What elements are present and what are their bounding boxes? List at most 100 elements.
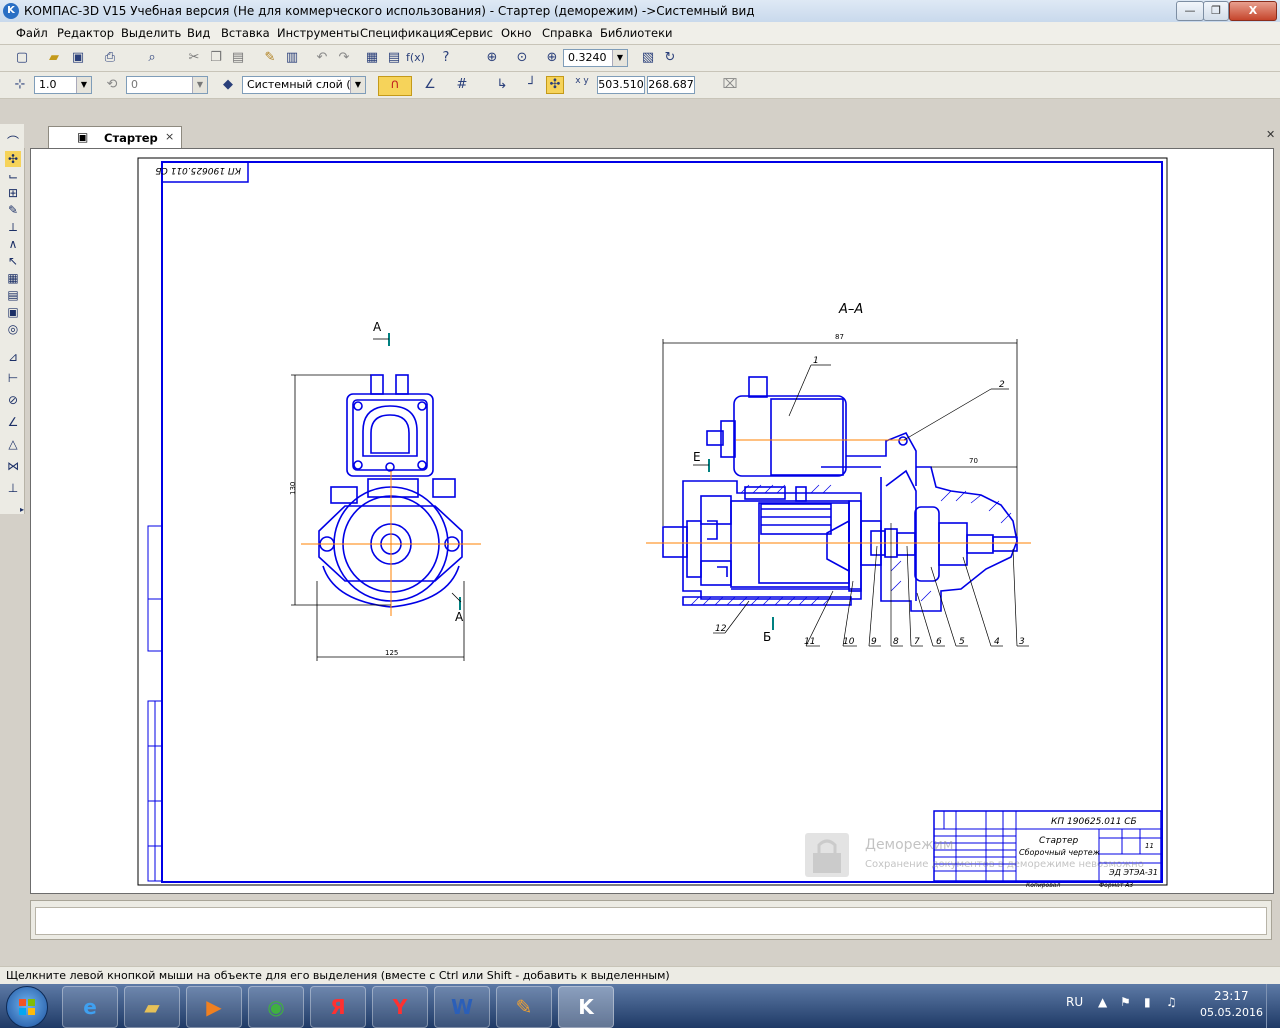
kompas-icon[interactable]: K (3, 3, 19, 19)
yandex-browser-icon[interactable]: Y (372, 986, 428, 1028)
zoom-window-icon[interactable]: ⊕ (484, 50, 500, 66)
refresh-icon[interactable]: ↻ (662, 50, 678, 66)
menu-insert[interactable]: Вставка (221, 26, 270, 40)
coord-y-field[interactable]: 268.687 (647, 76, 695, 94)
parametrization-icon[interactable]: ⟂ (5, 219, 21, 235)
properties-area[interactable] (35, 907, 1267, 935)
ie-icon[interactable]: e (62, 986, 118, 1028)
chrome-icon[interactable]: ◉ (248, 986, 304, 1028)
properties-icon[interactable]: ▥ (284, 50, 300, 66)
select-icon[interactable]: ↖ (5, 253, 21, 269)
menu-tools[interactable]: Инструменты (277, 26, 359, 40)
geometry-icon[interactable]: ⌒ (5, 134, 21, 150)
show-desktop-button[interactable] (1266, 984, 1280, 1028)
tab-starter[interactable]: ▣ Стартер × (48, 126, 182, 148)
stop-command-icon[interactable]: ⌧ (722, 77, 738, 93)
flag-icon[interactable]: ⚑ (1120, 995, 1131, 1009)
menu-select[interactable]: Выделить (121, 26, 181, 40)
menu-specification[interactable]: Спецификация (360, 26, 451, 40)
step-combo[interactable]: 1.0 ▼ (34, 76, 92, 94)
close-document-icon[interactable]: ✕ (1266, 128, 1275, 141)
radial-dim-icon[interactable]: ⊘ (5, 392, 21, 408)
chevron-down-icon[interactable]: ▼ (612, 50, 627, 66)
ortho-mode-icon[interactable]: ┘ (524, 77, 540, 93)
word-icon[interactable]: W (434, 986, 490, 1028)
callout-1: 1 (813, 356, 819, 366)
clock-time[interactable]: 23:17 (1214, 989, 1249, 1003)
start-button[interactable] (6, 986, 48, 1028)
snap-icon[interactable]: ✣ (5, 151, 21, 167)
datum-icon[interactable]: ⊥ (5, 480, 21, 496)
chevron-down-icon[interactable]: ▼ (192, 77, 207, 93)
undo-icon[interactable]: ↶ (314, 50, 330, 66)
associative-view-icon[interactable]: ▦ (5, 270, 21, 286)
new-document-icon[interactable]: ▢ (14, 50, 30, 66)
menu-service[interactable]: Сервис (450, 26, 493, 40)
snap-magnet-icon[interactable]: ∩ (378, 76, 412, 96)
help-icon[interactable]: ? (438, 50, 454, 66)
linear-dim-icon[interactable]: ⊢ (5, 370, 21, 386)
close-button[interactable]: X (1229, 1, 1277, 21)
menu-help[interactable]: Справка (542, 26, 593, 40)
grid-icon[interactable]: # (454, 77, 470, 93)
function-icon[interactable]: f(x) (406, 50, 425, 66)
chevron-down-icon[interactable]: ▼ (76, 77, 91, 93)
network-icon[interactable]: ▮ (1144, 995, 1151, 1009)
leader-icon[interactable]: ⋈ (5, 458, 21, 474)
measure-icon[interactable]: ∧ (5, 236, 21, 252)
spec-icon[interactable]: ▤ (5, 287, 21, 303)
roughness-icon[interactable]: △ (5, 436, 21, 452)
format-brush-icon[interactable]: ✎ (262, 50, 278, 66)
copy-icon[interactable]: ❐ (208, 50, 224, 66)
minimize-button[interactable]: — (1176, 1, 1204, 21)
paint-icon[interactable]: ✎ (496, 986, 552, 1028)
report-icon[interactable]: ▣ (5, 304, 21, 320)
menu-editor[interactable]: Редактор (57, 26, 114, 40)
media-player-icon[interactable]: ▶ (186, 986, 242, 1028)
layer-icon[interactable]: ◆ (220, 77, 236, 93)
cut-icon[interactable]: ✂ (186, 50, 202, 66)
restore-button[interactable]: ❐ (1203, 1, 1229, 21)
local-cs-icon[interactable]: ↳ (494, 77, 510, 93)
symbols-icon[interactable]: ⊞ (5, 185, 21, 201)
zoom-in-icon[interactable]: ⊕ (544, 50, 560, 66)
insert-icon[interactable]: ◎ (5, 321, 21, 337)
preview-icon[interactable]: ⌕ (144, 50, 160, 66)
step-cursor-icon[interactable]: ⊹ (12, 77, 28, 93)
ruler-icon[interactable]: ⊿ (5, 349, 21, 365)
language-indicator[interactable]: RU (1066, 995, 1083, 1009)
expand-arrow-icon[interactable]: ▸ (14, 502, 30, 518)
angle-dim-icon[interactable]: ∠ (5, 414, 21, 430)
ortho-icon[interactable]: ∠ (422, 77, 438, 93)
angle-icon[interactable]: ⟲ (104, 77, 120, 93)
chevron-down-icon[interactable]: ▼ (350, 77, 365, 93)
paste-icon[interactable]: ▤ (230, 50, 246, 66)
kompas-taskbar-icon[interactable]: K (558, 986, 614, 1028)
menu-view[interactable]: Вид (187, 26, 210, 40)
snap-point-icon[interactable]: ✣ (546, 76, 564, 94)
open-folder-icon[interactable]: ▰ (46, 50, 62, 66)
menu-window[interactable]: Окно (501, 26, 532, 40)
clock-date[interactable]: 05.05.2016 (1200, 1006, 1263, 1019)
edit-icon[interactable]: ✎ (5, 202, 21, 218)
close-tab-icon[interactable]: × (165, 130, 174, 143)
drawing-canvas[interactable]: КП 190625.011 СБ А–А А А Е Б 87 70 125 1… (30, 148, 1274, 894)
yandex-icon[interactable]: Я (310, 986, 366, 1028)
layer-combo[interactable]: Системный слой (0) ▼ (242, 76, 366, 94)
menu-libraries[interactable]: Библиотеки (600, 26, 673, 40)
explorer-icon[interactable]: ▰ (124, 986, 180, 1028)
library-icon[interactable]: ▤ (386, 50, 402, 66)
manager-icon[interactable]: ▦ (364, 50, 380, 66)
volume-icon[interactable]: ♫ (1166, 995, 1177, 1009)
zoom-all-icon[interactable]: ⊙ (514, 50, 530, 66)
menu-file[interactable]: Файл (16, 26, 48, 40)
pan-icon[interactable]: ▧ (640, 50, 656, 66)
zoom-combo[interactable]: 0.3240 ▼ (563, 49, 628, 67)
redo-icon[interactable]: ↷ (336, 50, 352, 66)
angle-combo[interactable]: 0 ▼ (126, 76, 208, 94)
save-icon[interactable]: ▣ (70, 50, 86, 66)
dimensions-icon[interactable]: ⌙ (5, 168, 21, 184)
print-icon[interactable]: ⎙ (102, 50, 118, 66)
tray-arrow-icon[interactable]: ▲ (1098, 995, 1107, 1009)
coord-x-field[interactable]: 503.510 (597, 76, 645, 94)
